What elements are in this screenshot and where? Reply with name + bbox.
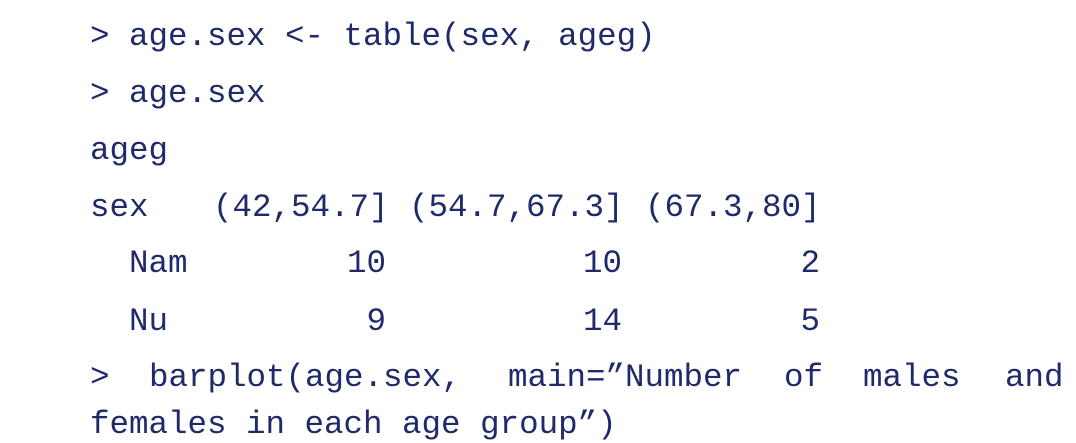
table-cell: 10 xyxy=(582,245,622,282)
command-continuation: females in each age group”) xyxy=(90,406,617,443)
table-cell: 14 xyxy=(582,303,622,340)
command-line-print: > age.sex xyxy=(90,75,266,112)
row-label: Nam xyxy=(129,245,188,282)
command-token: and xyxy=(1005,359,1064,396)
table-cell: 9 xyxy=(366,303,386,340)
column-variable-label: ageg xyxy=(90,132,169,169)
command-line-table: > age.sex <- table(sex, ageg) xyxy=(90,18,656,55)
command-token: barplot(age.sex, xyxy=(149,359,462,396)
row-variable-label: sex xyxy=(90,189,149,226)
r-console-output: > age.sex <- table(sex, ageg) > age.sex … xyxy=(0,0,1076,443)
table-cell: 5 xyxy=(800,303,820,340)
prompt-symbol: > xyxy=(90,359,110,396)
table-cell: 10 xyxy=(346,245,386,282)
table-cell: 2 xyxy=(800,245,820,282)
command-token: males xyxy=(863,359,961,396)
row-label: Nu xyxy=(129,303,169,340)
column-header: (67.3,80] xyxy=(645,189,821,226)
column-header: (42,54.7] xyxy=(213,189,389,226)
column-header: (54.7,67.3] xyxy=(409,189,624,226)
command-token: of xyxy=(784,359,824,396)
command-token: main=”Number xyxy=(508,359,743,396)
